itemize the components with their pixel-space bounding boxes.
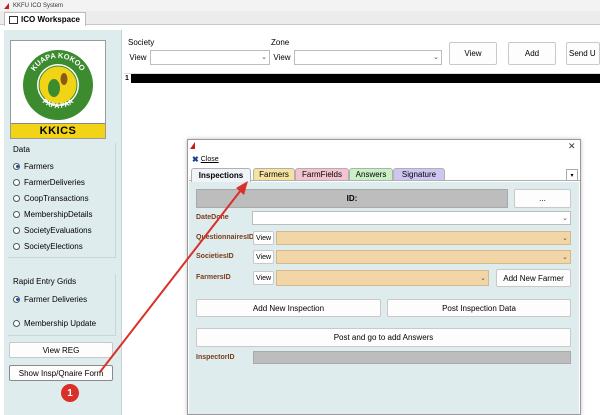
farmers-label: FarmersID — [196, 274, 231, 281]
inspector-label: InspectorID — [196, 354, 235, 361]
tab-signature[interactable]: Signature — [393, 168, 445, 180]
tab-label: ICO Workspace — [21, 15, 80, 24]
tab-label: Signature — [401, 170, 437, 179]
datedone-field[interactable]: ⌄ — [252, 211, 571, 225]
data-options: Farmers FarmerDeliveries CoopTransaction… — [13, 158, 92, 254]
questionnaires-label: QuestionnairesID — [196, 234, 254, 241]
tab-strip — [0, 11, 600, 25]
app-icon — [4, 2, 9, 9]
societies-label: SocietiesID — [196, 253, 234, 260]
post-inspection-data-button[interactable]: Post Inspection Data — [387, 299, 571, 317]
questionnaires-view-button[interactable]: View — [253, 231, 274, 245]
radio-label: Farmers — [24, 161, 54, 171]
radio-label: CoopTransactions — [24, 193, 89, 203]
radio-farmers[interactable]: Farmers — [13, 158, 92, 174]
view-button[interactable]: View — [449, 42, 497, 65]
radio-label: Farmer Deliveries — [24, 294, 88, 304]
chevron-down-icon: ⌄ — [433, 54, 439, 61]
radio-membership-details[interactable]: MembershipDetails — [13, 206, 92, 222]
show-insp-qnaire-form-button[interactable]: Show Insp/Qnaire Form — [9, 365, 113, 381]
radio-dot — [13, 242, 20, 250]
rapid-entry-group: Rapid Entry Grids Farmer Deliveries Memb… — [8, 274, 116, 336]
dialog-close-x-icon[interactable]: ✕ — [568, 141, 576, 152]
add-new-inspection-button[interactable]: Add New Inspection — [196, 299, 381, 317]
tab-label: Inspections — [198, 171, 244, 180]
radio-farmer-deliveries[interactable]: FarmerDeliveries — [13, 174, 92, 190]
radio-label: Membership Update — [24, 318, 97, 328]
tab-label: FarmFields — [301, 170, 342, 179]
radio-label: SocietyElections — [24, 241, 83, 251]
radio-dot — [13, 226, 20, 234]
tab-label: Answers — [355, 170, 387, 179]
radio-label: SocietyEvaluations — [24, 225, 92, 235]
radio-dot — [13, 178, 20, 186]
kuapa-kokoo-logo: KUAPA KOKOO PAPA PAA — [23, 50, 93, 120]
radio-selected-dot — [13, 295, 20, 303]
post-and-add-answers-button[interactable]: Post and go to add Answers — [196, 328, 571, 347]
radio-coop-transactions[interactable]: CoopTransactions — [13, 190, 92, 206]
chevron-down-icon: ⌄ — [562, 214, 568, 222]
zone-select[interactable]: ⌄ — [294, 50, 442, 65]
id-display: ID: — [196, 189, 508, 208]
close-icon: ✖ — [192, 155, 199, 164]
zone-label: Zone — [271, 38, 290, 47]
zone-view-button[interactable]: View — [271, 51, 293, 64]
questionnaires-select[interactable]: ⌄ — [276, 231, 571, 245]
dialog-close-button[interactable]: ✖ Close — [192, 155, 219, 164]
societies-select[interactable]: ⌄ — [276, 250, 571, 264]
logo-box: KUAPA KOKOO PAPA PAA KKICS — [10, 40, 106, 139]
tab-answers[interactable]: Answers — [349, 168, 393, 180]
annotation-step-number: 1 — [67, 387, 73, 399]
tab-farmers[interactable]: Farmers — [253, 168, 295, 180]
farmers-view-button[interactable]: View — [253, 271, 274, 285]
ellipsis-button[interactable]: ... — [514, 189, 571, 208]
society-view-button[interactable]: View — [127, 51, 149, 64]
society-select[interactable]: ⌄ — [150, 50, 270, 65]
radio-dot — [13, 210, 20, 218]
chevron-down-icon: ⌄ — [562, 234, 568, 242]
society-label: Society — [128, 38, 155, 47]
farmers-select[interactable]: ⌄ — [276, 270, 489, 286]
radio-selected-dot — [13, 162, 20, 170]
dialog-tabs: Inspections Farmers FarmFields Answers S… — [189, 168, 580, 182]
chevron-down-icon: ⌄ — [261, 54, 267, 61]
grid-row-number: 1 — [125, 75, 129, 82]
add-new-farmer-button[interactable]: Add New Farmer — [496, 269, 571, 287]
radio-rapid-membership-update[interactable]: Membership Update — [13, 317, 96, 329]
inspector-field — [253, 351, 571, 364]
tab-inspections[interactable]: Inspections — [191, 168, 251, 182]
logo-banner: KKICS — [11, 123, 105, 138]
radio-label: FarmerDeliveries — [24, 177, 85, 187]
id-label: ID: — [346, 194, 358, 203]
title-bar: KKFU ICO System — [0, 0, 600, 11]
grid-header-bar — [131, 74, 600, 83]
close-label: Close — [200, 156, 219, 163]
radio-society-elections[interactable]: SocietyElections — [13, 238, 92, 254]
tab-ico-workspace[interactable]: ICO Workspace — [4, 12, 86, 26]
radio-society-evaluations[interactable]: SocietyEvaluations — [13, 222, 92, 238]
window-title: KKFU ICO System — [13, 2, 64, 9]
radio-label: MembershipDetails — [24, 209, 93, 219]
annotation-step-badge: 1 — [61, 384, 79, 402]
datedone-label: DateDone — [196, 214, 229, 221]
chevron-down-icon: ⌄ — [562, 253, 568, 261]
tab-label: Farmers — [259, 170, 289, 179]
radio-dot — [13, 194, 20, 202]
send-button[interactable]: Send U — [566, 42, 600, 65]
radio-dot — [13, 319, 20, 327]
societies-view-button[interactable]: View — [253, 250, 274, 264]
data-group: Data Farmers FarmerDeliveries CoopTransa… — [8, 143, 116, 258]
data-group-title: Data — [13, 145, 30, 154]
tab-farmfields[interactable]: FarmFields — [295, 168, 349, 180]
tabs-dropdown-icon[interactable]: ▾ — [566, 169, 578, 181]
rapid-group-title: Rapid Entry Grids — [13, 277, 77, 286]
radio-rapid-farmer-deliveries[interactable]: Farmer Deliveries — [13, 293, 87, 305]
view-reg-button[interactable]: View REG — [9, 342, 113, 358]
chevron-down-icon: ⌄ — [480, 274, 486, 282]
dialog-app-icon — [190, 142, 195, 149]
workspace-icon — [9, 15, 18, 24]
add-button[interactable]: Add — [508, 42, 556, 65]
